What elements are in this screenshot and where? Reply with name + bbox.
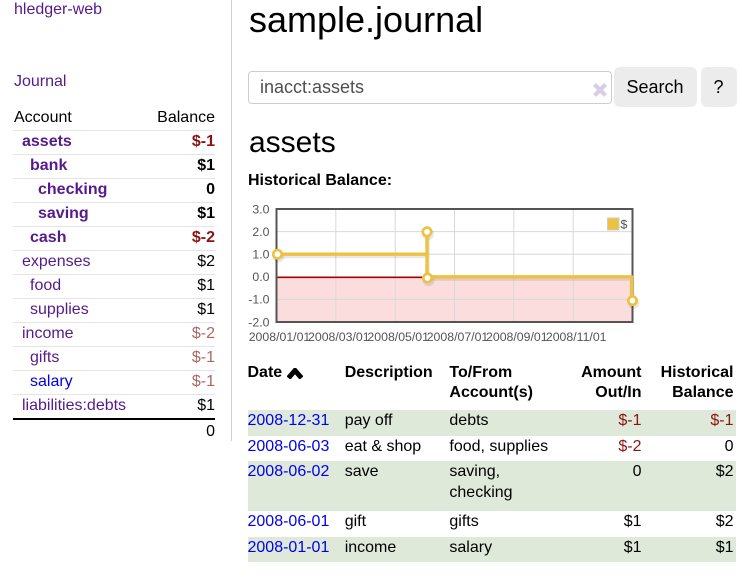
svg-text:2008/11/01: 2008/11/01 xyxy=(546,330,607,344)
svg-text:1.0: 1.0 xyxy=(252,248,269,262)
svg-text:2008/07/01: 2008/07/01 xyxy=(427,330,489,344)
svg-text:0.0: 0.0 xyxy=(252,270,269,284)
svg-text:2008/03/01: 2008/03/01 xyxy=(308,330,370,344)
svg-text:2008/09/01: 2008/09/01 xyxy=(486,330,548,344)
svg-text:2008/01/01: 2008/01/01 xyxy=(249,330,311,344)
svg-text:3.0: 3.0 xyxy=(252,202,269,216)
svg-text:-2.0: -2.0 xyxy=(248,315,269,329)
svg-text:2008/05/01: 2008/05/01 xyxy=(367,330,429,344)
svg-text:$: $ xyxy=(621,218,628,232)
svg-text:2.0: 2.0 xyxy=(252,225,269,239)
svg-text:-1.0: -1.0 xyxy=(248,293,269,307)
